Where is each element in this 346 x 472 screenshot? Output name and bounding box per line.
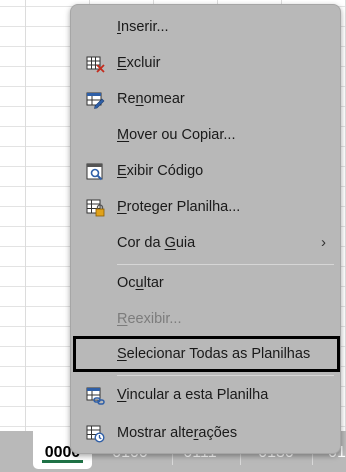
- active-tab-underline: [42, 460, 83, 463]
- menu-item-label: Inserir...: [117, 19, 169, 35]
- menu-item-label: Excluir: [117, 55, 161, 71]
- menu-item-mover-ou-copiar[interactable]: Mover ou Copiar...: [71, 121, 340, 151]
- menu-item-selecionar-todas-as-planilhas[interactable]: Selecionar Todas as Planilhas: [73, 336, 340, 372]
- menu-item-exibir-codigo[interactable]: Exibir Código: [71, 157, 340, 187]
- menu-item-inserir[interactable]: Inserir...: [71, 13, 340, 43]
- rename-sheet-icon: [86, 91, 105, 109]
- menu-item-proteger-planilha[interactable]: Proteger Planilha...: [71, 193, 340, 223]
- protect-sheet-icon: [86, 199, 105, 217]
- menu-item-renomear[interactable]: Renomear: [71, 85, 340, 115]
- menu-item-label: Ocultar: [117, 275, 164, 291]
- view-code-icon: [86, 163, 105, 181]
- submenu-arrow-icon: ›: [321, 234, 326, 251]
- show-changes-icon: [86, 425, 105, 443]
- menu-separator: [117, 264, 334, 265]
- menu-item-mostrar-alteracoes[interactable]: Mostrar alterações: [71, 419, 340, 449]
- menu-separator: [117, 375, 334, 376]
- menu-item-label: Renomear: [117, 91, 185, 107]
- menu-item-label: Selecionar Todas as Planilhas: [117, 346, 311, 362]
- menu-item-label: Mover ou Copiar...: [117, 127, 236, 143]
- menu-item-reexibir: Reexibir...: [71, 305, 340, 335]
- menu-item-label: Mostrar alterações: [117, 425, 238, 441]
- sheet-context-menu: Inserir... Excluir Renomear Mover ou Cop…: [70, 4, 341, 454]
- menu-item-vincular-a-esta-planilha[interactable]: Vincular a esta Planilha: [71, 381, 340, 411]
- menu-item-excluir[interactable]: Excluir: [71, 49, 340, 79]
- menu-item-label: Cor da Guia: [117, 235, 196, 251]
- delete-sheet-icon: [86, 55, 105, 73]
- menu-item-label: Reexibir...: [117, 311, 182, 327]
- menu-item-cor-da-guia[interactable]: Cor da Guia ›: [71, 229, 340, 259]
- menu-item-label: Exibir Código: [117, 163, 204, 179]
- link-sheet-icon: [86, 387, 105, 405]
- menu-item-label: Proteger Planilha...: [117, 199, 241, 215]
- menu-item-label: Vincular a esta Planilha: [117, 387, 269, 403]
- menu-item-ocultar[interactable]: Ocultar: [71, 269, 340, 299]
